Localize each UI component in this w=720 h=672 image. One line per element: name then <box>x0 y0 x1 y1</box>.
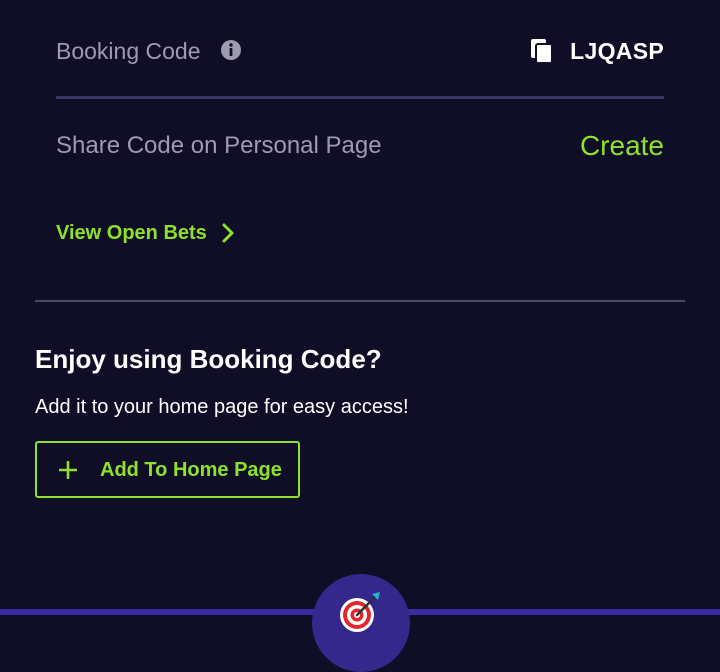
share-code-label: Share Code on Personal Page <box>56 132 382 159</box>
section-divider <box>56 96 664 99</box>
copy-icon[interactable] <box>530 38 554 64</box>
top-cut-glyph <box>574 0 588 2</box>
promo-title: Enjoy using Booking Code? <box>35 344 382 374</box>
target-icon <box>340 592 380 632</box>
info-icon[interactable] <box>220 39 242 61</box>
booking-code-value: LJQASP <box>570 38 664 64</box>
page-divider <box>35 300 685 302</box>
booking-code-label: Booking Code <box>56 38 201 64</box>
view-open-bets-link[interactable]: View Open Bets <box>56 219 235 247</box>
plus-icon <box>59 461 77 479</box>
booking-code-row: Booking Code LJQASP <box>56 36 664 68</box>
view-open-bets-label: View Open Bets <box>56 221 207 244</box>
promo-text: Add it to your home page for easy access… <box>35 396 409 418</box>
create-button[interactable]: Create <box>580 130 664 162</box>
booking-fab-button[interactable] <box>312 574 410 672</box>
share-code-row: Share Code on Personal Page Create <box>56 130 664 164</box>
chevron-right-icon <box>222 223 234 243</box>
add-to-home-page-button[interactable]: Add To Home Page <box>35 441 300 498</box>
add-to-home-page-label: Add To Home Page <box>100 459 282 481</box>
